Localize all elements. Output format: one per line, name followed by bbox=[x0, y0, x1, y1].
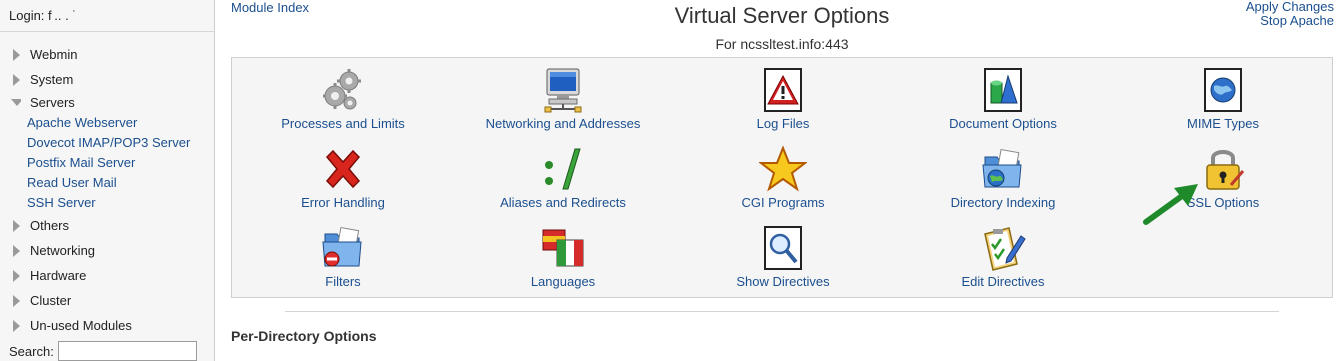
colon-slash-icon bbox=[545, 148, 581, 190]
option-label: Languages bbox=[530, 274, 596, 289]
page-title: Virtual Server Options bbox=[674, 3, 890, 28]
sidebar-category-label: Servers bbox=[30, 95, 75, 110]
login-label: Login: f .. . ˙ bbox=[9, 8, 77, 23]
option-error-handling[interactable]: Error Handling bbox=[238, 137, 448, 212]
sidebar-item-read-user-mail[interactable]: Read User Mail bbox=[0, 173, 215, 193]
magnifier-document-icon bbox=[764, 226, 802, 270]
option-label: Aliases and Redirects bbox=[500, 195, 626, 210]
option-label: Log Files bbox=[756, 116, 810, 131]
option-edit-directives[interactable]: Edit Directives bbox=[898, 216, 1108, 291]
option-label: Directory Indexing bbox=[950, 195, 1056, 210]
per-directory-options-heading: Per-Directory Options bbox=[231, 328, 377, 344]
clipboard-edit-icon bbox=[984, 227, 1026, 271]
sidebar-category-networking[interactable]: Networking bbox=[0, 238, 215, 263]
sidebar-category-label: Others bbox=[30, 218, 70, 233]
triangle-right-icon bbox=[11, 244, 21, 257]
document-shapes-icon bbox=[984, 68, 1022, 112]
sidebar-nav: Webmin System Servers Apache Webserver D… bbox=[0, 42, 215, 338]
option-mime-types[interactable]: MIME Types bbox=[1118, 58, 1328, 133]
apply-changes-link[interactable]: Apply Changes bbox=[1246, 0, 1334, 14]
folder-globe-icon bbox=[982, 149, 1022, 188]
triangle-right-icon bbox=[11, 294, 21, 307]
section-divider bbox=[285, 311, 1279, 312]
module-index-link[interactable]: Module Index bbox=[231, 0, 309, 15]
header-actions: Apply Changes Stop Apache bbox=[1246, 0, 1334, 28]
gears-icon bbox=[323, 69, 361, 110]
option-label: Document Options bbox=[949, 116, 1057, 131]
option-label: MIME Types bbox=[1186, 116, 1259, 131]
sidebar-category-servers[interactable]: Servers bbox=[0, 92, 215, 113]
sidebar-category-system[interactable]: System bbox=[0, 67, 215, 92]
option-label: Show Directives bbox=[736, 274, 830, 289]
option-networking-and-addresses[interactable]: Networking and Addresses bbox=[458, 58, 668, 133]
option-label: Error Handling bbox=[301, 195, 385, 210]
triangle-down-icon bbox=[11, 97, 21, 109]
sidebar-category-hardware[interactable]: Hardware bbox=[0, 263, 215, 288]
sidebar-category-label: Hardware bbox=[30, 268, 87, 283]
sidebar-search: Search: bbox=[9, 341, 197, 361]
sidebar-category-cluster[interactable]: Cluster bbox=[0, 288, 215, 313]
triangle-right-icon bbox=[11, 73, 21, 86]
sidebar-category-label: Cluster bbox=[30, 293, 72, 308]
search-input[interactable] bbox=[57, 341, 197, 361]
sidebar-category-label: Webmin bbox=[30, 47, 78, 62]
search-label: Search: bbox=[9, 343, 54, 359]
sidebar-category-label: Networking bbox=[30, 243, 96, 258]
triangle-right-icon bbox=[11, 219, 21, 232]
stop-apache-link[interactable]: Stop Apache bbox=[1246, 14, 1334, 28]
sidebar-item-apache-webserver[interactable]: Apache Webserver bbox=[0, 113, 215, 133]
star-icon bbox=[759, 145, 807, 192]
option-aliases-and-redirects[interactable]: Aliases and Redirects bbox=[458, 137, 668, 212]
sidebar-item-ssh-server[interactable]: SSH Server bbox=[0, 193, 215, 213]
option-document-options[interactable]: Document Options bbox=[898, 58, 1108, 133]
globe-document-icon bbox=[1204, 68, 1242, 112]
option-filters[interactable]: Filters bbox=[238, 216, 448, 291]
page-subtitle: For ncssltest.info:443 bbox=[715, 36, 849, 52]
sidebar-divider bbox=[0, 31, 215, 32]
sidebar-category-unused-modules[interactable]: Un-used Modules bbox=[0, 313, 215, 338]
option-show-directives[interactable]: Show Directives bbox=[678, 216, 888, 291]
annotation-arrow-icon bbox=[1143, 184, 1198, 225]
sidebar-category-label: Un-used Modules bbox=[30, 318, 132, 333]
option-cgi-programs[interactable]: CGI Programs bbox=[678, 137, 888, 212]
option-log-files[interactable]: Log Files bbox=[678, 58, 888, 133]
left-sidebar: Login: f .. . ˙ Webmin System Servers Ap… bbox=[0, 0, 215, 361]
option-processes-and-limits[interactable]: Processes and Limits bbox=[238, 58, 448, 133]
sidebar-item-dovecot[interactable]: Dovecot IMAP/POP3 Server bbox=[0, 133, 215, 153]
triangle-right-icon bbox=[11, 48, 21, 61]
sidebar-category-webmin[interactable]: Webmin bbox=[0, 42, 215, 67]
red-x-icon bbox=[325, 149, 361, 189]
option-label: Networking and Addresses bbox=[485, 116, 641, 131]
option-label: Processes and Limits bbox=[281, 116, 405, 131]
options-panel: Processes and Limits Networking and Addr… bbox=[231, 57, 1333, 298]
sidebar-item-postfix[interactable]: Postfix Mail Server bbox=[0, 153, 215, 173]
option-label: Filters bbox=[325, 274, 361, 289]
folder-remove-icon bbox=[322, 227, 362, 267]
sidebar-category-label: System bbox=[30, 72, 74, 87]
triangle-right-icon bbox=[11, 269, 21, 282]
option-languages[interactable]: Languages bbox=[458, 216, 668, 291]
option-label: CGI Programs bbox=[741, 195, 825, 210]
option-label: Edit Directives bbox=[961, 274, 1045, 289]
flags-icon bbox=[542, 229, 584, 267]
padlock-icon bbox=[1206, 150, 1245, 190]
warning-document-icon bbox=[764, 68, 802, 112]
network-computer-icon bbox=[544, 68, 582, 113]
triangle-right-icon bbox=[11, 319, 21, 332]
sidebar-category-others[interactable]: Others bbox=[0, 213, 215, 238]
option-directory-indexing[interactable]: Directory Indexing bbox=[898, 137, 1108, 212]
